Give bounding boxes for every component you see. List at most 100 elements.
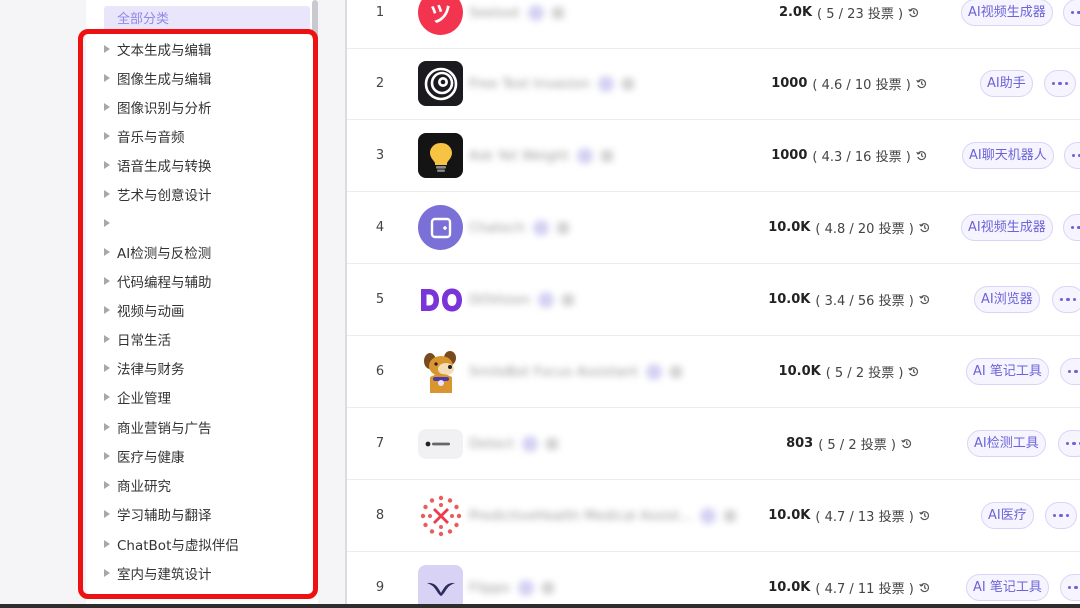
history-icon[interactable]: [919, 222, 930, 233]
expand-arrow-icon[interactable]: [104, 248, 110, 256]
category-item[interactable]: 法律与财务: [100, 355, 310, 381]
tool-name-blurred[interactable]: Ask Yet Weight: [469, 120, 745, 191]
lightbulb-icon[interactable]: [418, 133, 463, 178]
category-tag[interactable]: AI视频生成器: [961, 214, 1053, 241]
tool-name[interactable]: Free Text Invasion: [469, 76, 590, 92]
tool-name[interactable]: Ask Yet Weight: [469, 148, 569, 164]
table-row[interactable]: 2 Free Text Invasion 1000 ( 4.6 / 10 投票 …: [347, 48, 1080, 120]
tool-name-blurred[interactable]: SmileBot Focus Assistant: [469, 336, 745, 407]
category-item[interactable]: 文本生成与编辑: [100, 36, 310, 62]
tool-name-blurred[interactable]: Flippo: [469, 552, 745, 604]
dots-cross-icon[interactable]: [418, 493, 463, 538]
category-item[interactable]: 企业管理: [100, 384, 310, 410]
table-row[interactable]: 4 Chatech 10.0K ( 4.8 / 20 投票 ) AI视频生成器: [347, 192, 1080, 264]
expand-arrow-icon[interactable]: [104, 103, 110, 111]
tool-name-blurred[interactable]: Seeloot: [469, 0, 745, 48]
category-item[interactable]: 图像识别与分析: [100, 94, 310, 120]
history-icon[interactable]: [908, 7, 919, 18]
more-options-button[interactable]: [1045, 502, 1077, 529]
category-item[interactable]: 代码编程与辅助: [100, 268, 310, 294]
table-row[interactable]: 1 ツ Seeloot 2.0K ( 5 / 23 投票 ) AI视频生成器: [347, 0, 1080, 49]
history-icon[interactable]: [919, 510, 930, 521]
category-tag[interactable]: AI 笔记工具: [966, 358, 1049, 385]
category-item[interactable]: 视频与动画: [100, 297, 310, 323]
tool-name-blurred[interactable]: Detect: [469, 408, 745, 479]
tsu-icon[interactable]: ツ: [418, 0, 463, 35]
expand-arrow-icon[interactable]: [104, 74, 110, 82]
external-link-icon[interactable]: [541, 581, 554, 594]
more-options-button[interactable]: [1064, 142, 1080, 169]
table-row[interactable]: 9 Flippo 10.0K ( 4.7 / 11 投票 ) AI 笔记工具: [347, 552, 1080, 604]
external-link-icon[interactable]: [621, 77, 634, 90]
expand-arrow-icon[interactable]: [104, 277, 110, 285]
expand-arrow-icon[interactable]: [104, 540, 110, 548]
history-icon[interactable]: [908, 366, 919, 377]
category-item[interactable]: 学习辅助与翻译: [100, 501, 310, 527]
external-link-icon[interactable]: [724, 509, 737, 522]
external-link-icon[interactable]: [556, 221, 569, 234]
category-item[interactable]: ChatBot与虚拟伴侣: [100, 531, 310, 557]
category-item[interactable]: AI检测与反检测: [100, 239, 310, 265]
tool-name-blurred[interactable]: Chatech: [469, 192, 745, 263]
category-tag[interactable]: AI检测工具: [967, 430, 1046, 457]
table-row[interactable]: 5 DOVision 10.0K ( 3.4 / 56 投票 ) AI浏览器: [347, 264, 1080, 336]
textlogo-icon[interactable]: [418, 429, 463, 459]
tool-name[interactable]: Chatech: [469, 220, 525, 236]
table-row[interactable]: 7 Detect 803 ( 5 / 2 投票 ) AI检测工具: [347, 408, 1080, 480]
expand-arrow-icon[interactable]: [104, 364, 110, 372]
tool-name-blurred[interactable]: DOVision: [469, 264, 745, 335]
expand-arrow-icon[interactable]: [104, 510, 110, 518]
category-item[interactable]: 日常生活: [100, 326, 310, 352]
history-icon[interactable]: [919, 294, 930, 305]
tool-name[interactable]: DOVision: [469, 292, 530, 308]
expand-arrow-icon[interactable]: [104, 393, 110, 401]
tool-name[interactable]: Flippo: [469, 580, 510, 596]
expand-arrow-icon[interactable]: [104, 481, 110, 489]
tool-name[interactable]: Seeloot: [469, 5, 520, 21]
category-tag[interactable]: AI视频生成器: [961, 0, 1053, 26]
table-row[interactable]: 6 SmileBot Focus Assistant 10.0K ( 5 / 2…: [347, 336, 1080, 408]
more-options-button[interactable]: [1058, 430, 1080, 457]
expand-arrow-icon[interactable]: [104, 569, 110, 577]
table-row[interactable]: 3 Ask Yet Weight 1000 ( 4.3 / 16 投票 ) AI…: [347, 120, 1080, 192]
external-link-icon[interactable]: [669, 365, 682, 378]
tool-name-blurred[interactable]: PredictiveHealth Medical Assist...: [469, 480, 745, 551]
history-icon[interactable]: [916, 78, 927, 89]
category-tag[interactable]: AI聊天机器人: [962, 142, 1054, 169]
tool-name[interactable]: SmileBot Focus Assistant: [469, 364, 638, 380]
external-link-icon[interactable]: [551, 6, 564, 19]
more-options-button[interactable]: [1060, 574, 1080, 601]
history-icon[interactable]: [919, 582, 930, 593]
dog-icon[interactable]: [418, 349, 463, 394]
do-icon[interactable]: [418, 277, 463, 322]
external-link-icon[interactable]: [600, 149, 613, 162]
more-options-button[interactable]: [1052, 286, 1080, 313]
category-tag[interactable]: AI助手: [980, 70, 1033, 97]
table-row[interactable]: 8 PredictiveHealth Medical Assist... 10.…: [347, 480, 1080, 552]
category-item[interactable]: 音乐与音频: [100, 123, 310, 149]
tool-name[interactable]: Detect: [469, 436, 514, 452]
expand-arrow-icon[interactable]: [104, 161, 110, 169]
more-options-button[interactable]: [1063, 0, 1080, 26]
square-plus-icon[interactable]: [418, 205, 463, 250]
expand-arrow-icon[interactable]: [104, 335, 110, 343]
sidebar-scrollbar[interactable]: [312, 0, 318, 40]
category-item[interactable]: 商业研究: [100, 472, 310, 498]
expand-arrow-icon[interactable]: [104, 45, 110, 53]
more-options-button[interactable]: [1060, 358, 1080, 385]
category-item[interactable]: 商业营销与广告: [100, 414, 310, 440]
category-tag[interactable]: AI 笔记工具: [966, 574, 1049, 601]
tool-name[interactable]: PredictiveHealth Medical Assist...: [469, 508, 692, 524]
category-tag[interactable]: AI医疗: [981, 502, 1034, 529]
wings-icon[interactable]: [418, 565, 463, 604]
category-item[interactable]: 图像生成与编辑: [100, 65, 310, 91]
history-icon[interactable]: [916, 150, 927, 161]
all-categories-item[interactable]: 全部分类: [104, 6, 310, 32]
expand-arrow-icon[interactable]: [104, 306, 110, 314]
expand-arrow-icon[interactable]: [104, 219, 110, 227]
more-options-button[interactable]: [1044, 70, 1076, 97]
category-item[interactable]: 语音生成与转换: [100, 152, 310, 178]
spiral-eye-icon[interactable]: [418, 61, 463, 106]
external-link-icon[interactable]: [546, 437, 559, 450]
external-link-icon[interactable]: [562, 293, 575, 306]
